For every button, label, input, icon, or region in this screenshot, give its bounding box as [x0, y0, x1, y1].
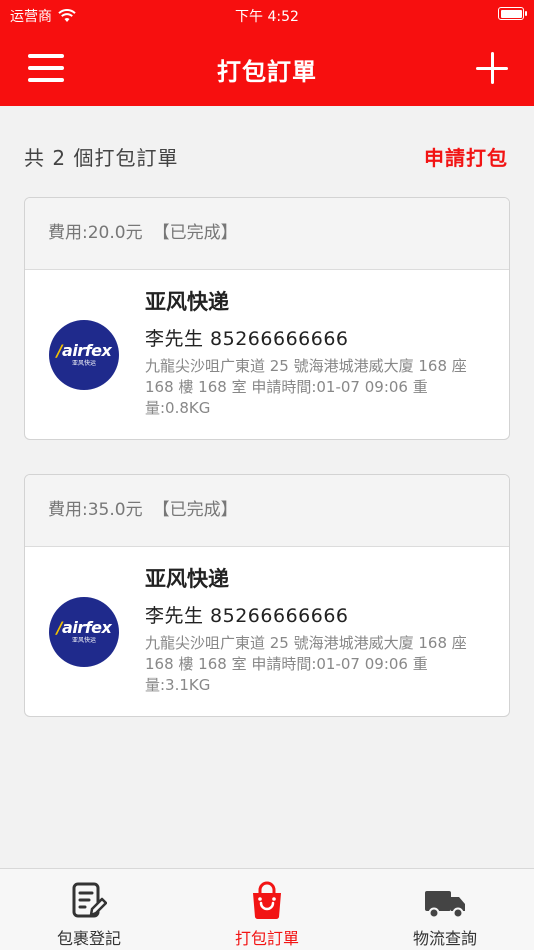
order-fee: 費用:35.0元 — [48, 500, 143, 520]
recipient-contact: 李先生 85266666666 — [145, 605, 349, 627]
battery-icon — [498, 7, 527, 20]
courier-name: 亚风快递 — [145, 567, 229, 591]
courier-name: 亚风快递 — [145, 290, 229, 314]
order-detail: 九龍尖沙咀广東道 25 號海港城港威大廈 168 座 168 樓 168 室 申… — [145, 357, 467, 417]
clock: 下午 4:52 — [235, 9, 299, 25]
order-card[interactable]: 費用:20.0元 【已完成】 /airfex 亚风快运 亚风快递 李先生 8526… — [24, 197, 510, 440]
tab-bar: 包裹登記 打包訂單 物流查詢 — [0, 868, 534, 950]
shopping-bag-icon — [253, 881, 281, 920]
recipient-contact: 李先生 85266666666 — [145, 328, 349, 350]
tab-label: 物流查詢 — [412, 929, 477, 948]
order-status: 【已完成】 — [152, 223, 238, 243]
tab-pack-orders[interactable]: 打包訂單 — [178, 869, 356, 950]
truck-icon — [425, 891, 465, 919]
plus-icon[interactable] — [476, 52, 508, 84]
tab-logistics-query[interactable]: 物流查詢 — [356, 869, 534, 950]
tab-parcel-register[interactable]: 包裹登記 — [0, 869, 178, 950]
order-fee: 費用:20.0元 — [48, 223, 143, 243]
status-bar: 运营商 下午 4:52 — [0, 0, 534, 30]
apply-pack-button[interactable]: 申請打包 — [424, 142, 508, 171]
order-detail: 九龍尖沙咀广東道 25 號海港城港威大廈 168 座 168 樓 168 室 申… — [145, 634, 467, 694]
courier-logo: /airfex 亚风快运 — [49, 597, 119, 667]
tab-label: 打包訂單 — [234, 929, 299, 948]
tab-label: 包裹登記 — [56, 929, 121, 948]
nav-bar: 打包訂單 — [0, 30, 534, 106]
order-card[interactable]: 費用:35.0元 【已完成】 /airfex 亚风快运 亚风快递 李先生 8526… — [24, 474, 510, 717]
courier-logo: /airfex 亚风快运 — [49, 320, 119, 390]
document-edit-icon — [72, 882, 107, 918]
order-status: 【已完成】 — [152, 500, 238, 520]
order-card-header: 費用:20.0元 【已完成】 — [25, 198, 509, 270]
order-card-header: 費用:35.0元 【已完成】 — [25, 475, 509, 547]
order-count-text: 共 2 個打包訂單 — [24, 146, 179, 170]
page-title: 打包訂單 — [217, 58, 317, 86]
